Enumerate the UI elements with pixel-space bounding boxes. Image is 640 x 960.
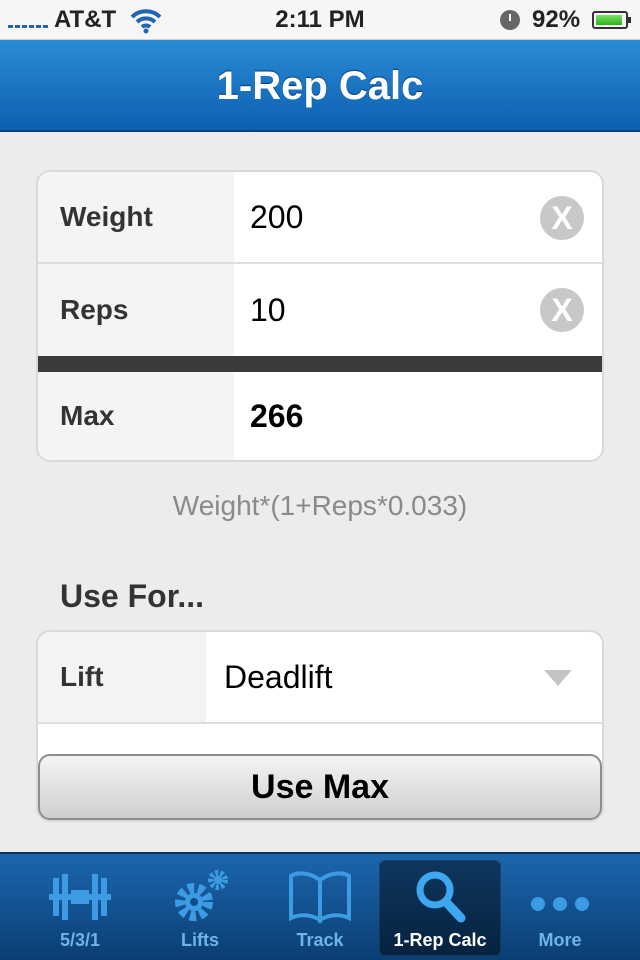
lift-label: Lift <box>38 632 206 722</box>
max-row: Max 266 <box>38 372 602 460</box>
max-value: 266 <box>250 397 304 434</box>
tab-label: 1-Rep Calc <box>393 930 487 950</box>
section-title: Use For... <box>60 578 205 614</box>
tab-bar: 5/3/1 Lifts Track 1-Rep Calc More <box>0 852 640 960</box>
tab-track[interactable]: Track <box>259 860 381 956</box>
formula-text: Weight*(1+Reps*0.033) <box>172 490 468 521</box>
book-icon <box>259 868 381 924</box>
divider <box>38 356 602 372</box>
clock-icon <box>500 10 520 30</box>
lift-select[interactable]: Deadlift <box>224 632 333 722</box>
clear-weight-icon[interactable]: X <box>540 196 584 240</box>
reps-row: Reps 10 X <box>38 264 602 356</box>
nav-bar: 1-Rep Calc <box>0 40 640 132</box>
reps-label: Reps <box>38 264 234 356</box>
search-icon <box>379 868 501 924</box>
tab-label: More <box>538 930 582 950</box>
weight-label: Weight <box>38 172 234 262</box>
tab-label: Lifts <box>181 930 219 950</box>
lift-row[interactable]: Lift Deadlift <box>38 632 602 724</box>
reps-input[interactable]: 10 <box>250 264 286 356</box>
tab-label: 5/3/1 <box>59 930 101 950</box>
max-label: Max <box>38 372 234 460</box>
tab-label: Track <box>296 930 344 950</box>
status-bar: AT&T 2:11 PM 92% <box>0 0 640 40</box>
tab-1-rep-calc[interactable]: 1-Rep Calc <box>379 860 501 956</box>
chevron-down-icon[interactable] <box>544 670 572 686</box>
calc-group: Weight 200 X Reps 10 X Max 266 <box>36 170 604 462</box>
use-max-button[interactable]: Use Max <box>38 754 602 820</box>
page-title: 1-Rep Calc <box>216 64 424 108</box>
barbell-icon <box>19 868 141 924</box>
battery-icon <box>592 11 631 29</box>
weight-input[interactable]: 200 <box>250 172 303 262</box>
tab-lifts[interactable]: Lifts <box>139 860 261 956</box>
weight-row: Weight 200 X <box>38 172 602 264</box>
more-icon <box>499 868 621 924</box>
tab-531[interactable]: 5/3/1 <box>19 860 141 956</box>
battery-percent: 92% <box>532 6 581 33</box>
clear-reps-icon[interactable]: X <box>540 288 584 332</box>
gears-icon <box>139 868 261 924</box>
tab-more[interactable]: More <box>499 860 621 956</box>
